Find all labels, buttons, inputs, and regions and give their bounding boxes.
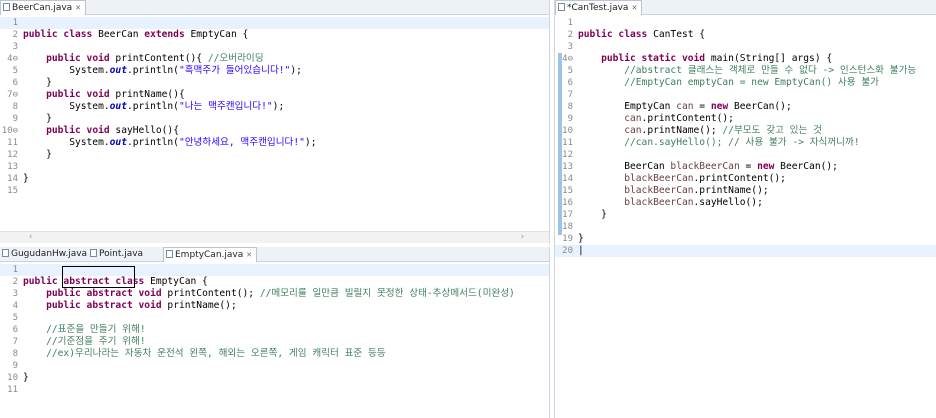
- tab-beercan[interactable]: BeerCan.java ✕: [0, 0, 87, 15]
- tab-label: EmptyCan.java: [175, 250, 244, 260]
- emptycan-editor-pane: GugudanHw.java Point.java EmptyCan.java ✕…: [0, 247, 550, 418]
- java-file-icon: [166, 250, 173, 258]
- close-icon[interactable]: ✕: [75, 4, 81, 12]
- tab-emptycan[interactable]: EmptyCan.java ✕: [163, 247, 258, 262]
- code-line: 9 }: [12, 113, 52, 124]
- code-line: 5: [12, 313, 18, 323]
- code-line: 1: [567, 18, 573, 28]
- code-line: 1: [0, 17, 549, 29]
- scroll-left-icon[interactable]: ‹: [28, 232, 33, 242]
- highlight-box: [62, 266, 135, 288]
- code-line: 14 blackBeerCan.printContent();: [562, 173, 786, 184]
- code-editor[interactable]: 1 2 public abstract class EmptyCan { 3 pu…: [0, 262, 549, 418]
- code-line: 2 public class BeerCan extends EmptyCan {: [12, 29, 249, 40]
- code-line: 19}: [562, 233, 584, 244]
- code-editor[interactable]: 1 2 public class CanTest { 3 4⊖ public st…: [555, 15, 936, 418]
- editor-tabbar: *CanTest.java ✕: [555, 0, 936, 15]
- code-line: 8 //ex)우리나라는 자동차 운전석 왼쪽, 해외는 오른쪽, 게임 캐릭터…: [12, 348, 386, 359]
- java-file-icon: [2, 249, 9, 257]
- tab-gugudanhw[interactable]: GugudanHw.java: [0, 247, 91, 261]
- code-line: 13 BeerCan blackBeerCan = new BeerCan();: [562, 161, 838, 172]
- code-line: 9: [12, 361, 18, 371]
- code-line: 15 blackBeerCan.printName();: [562, 185, 769, 196]
- code-line: 20 |: [555, 245, 936, 257]
- code-line: 6 //EmptyCan emptyCan = new EmptyCan() 사…: [567, 77, 880, 88]
- editor-tabbar: GugudanHw.java Point.java EmptyCan.java ✕: [0, 247, 549, 262]
- code-line: 5 System.out.println("흑맥주가 들어있습니다!");: [12, 65, 302, 76]
- code-line: 16 blackBeerCan.sayHello();: [562, 197, 763, 208]
- code-line: 9 can.printContent();: [567, 113, 734, 124]
- tab-label: Point.java: [99, 249, 144, 259]
- code-line: 5 //abstract 클래스는 객체로 만들 수 없다 -> 인스턴스화 불…: [567, 65, 917, 76]
- code-line: 3 public abstract void printContent(); /…: [12, 288, 515, 299]
- tab-label: BeerCan.java: [12, 3, 73, 13]
- code-line: 12 }: [7, 149, 52, 160]
- close-icon[interactable]: ✕: [246, 251, 252, 259]
- code-line: 17 }: [562, 209, 607, 220]
- code-line: 4⊖ public static void main(String[] args…: [562, 53, 833, 64]
- code-line: 13: [7, 162, 18, 172]
- code-line: 10⊖ public void sayHello(){: [1, 125, 179, 136]
- code-editor[interactable]: 1 2 public class BeerCan extends EmptyCan…: [0, 15, 549, 244]
- tab-cantest[interactable]: *CanTest.java ✕: [555, 0, 643, 15]
- java-file-icon: [3, 3, 10, 11]
- code-line: 3: [12, 42, 18, 52]
- editor-tabbar: BeerCan.java ✕: [0, 0, 549, 15]
- scroll-right-icon[interactable]: ›: [520, 232, 525, 242]
- code-line: 6 //표준을 만들기 위해!: [12, 324, 146, 335]
- java-file-icon: [558, 3, 565, 11]
- java-file-icon: [90, 249, 97, 257]
- tab-label: *CanTest.java: [567, 3, 629, 13]
- code-line: 11: [7, 385, 18, 395]
- close-icon[interactable]: ✕: [631, 4, 637, 12]
- code-line: 18: [562, 222, 573, 232]
- cantest-editor-pane: *CanTest.java ✕ 1 2 public class CanTest {…: [554, 0, 936, 418]
- code-line: 11 //can.sayHello(); // 사용 불가 -> 자식꺼니까!: [562, 137, 860, 148]
- code-line: 14}: [7, 173, 29, 184]
- code-line: 10 can.printName(); //부모도 갖고 있는 것: [562, 125, 822, 136]
- code-line: 10}: [7, 372, 29, 383]
- code-line: 3: [567, 42, 573, 52]
- code-line: 2 public class CanTest {: [567, 29, 706, 40]
- horizontal-scrollbar[interactable]: ‹ ›: [0, 231, 549, 243]
- code-line: 4⊖ public void printContent(){ //오버라이딩: [7, 53, 264, 64]
- tab-label: GugudanHw.java: [11, 249, 88, 259]
- code-line: 8 System.out.println("나는 맥주캔입니다!");: [12, 101, 285, 112]
- code-line: 11 System.out.println("안녕하세요, 맥주캔입니다!");: [7, 137, 317, 148]
- code-line: 4 public abstract void printName();: [12, 300, 237, 311]
- tab-point[interactable]: Point.java: [88, 247, 147, 261]
- code-line: 7: [567, 90, 573, 100]
- beercan-editor-pane: BeerCan.java ✕ 1 2 public class BeerCan ex…: [0, 0, 550, 244]
- code-line: 7 //기준점을 주기 위해!: [12, 336, 146, 347]
- code-line: 6 }: [12, 77, 52, 88]
- code-line: 15: [7, 186, 18, 196]
- code-line: 8 EmptyCan can = new BeerCan();: [567, 101, 792, 112]
- code-line: 12: [562, 150, 573, 160]
- code-line: 7⊖ public void printName(){: [7, 89, 185, 100]
